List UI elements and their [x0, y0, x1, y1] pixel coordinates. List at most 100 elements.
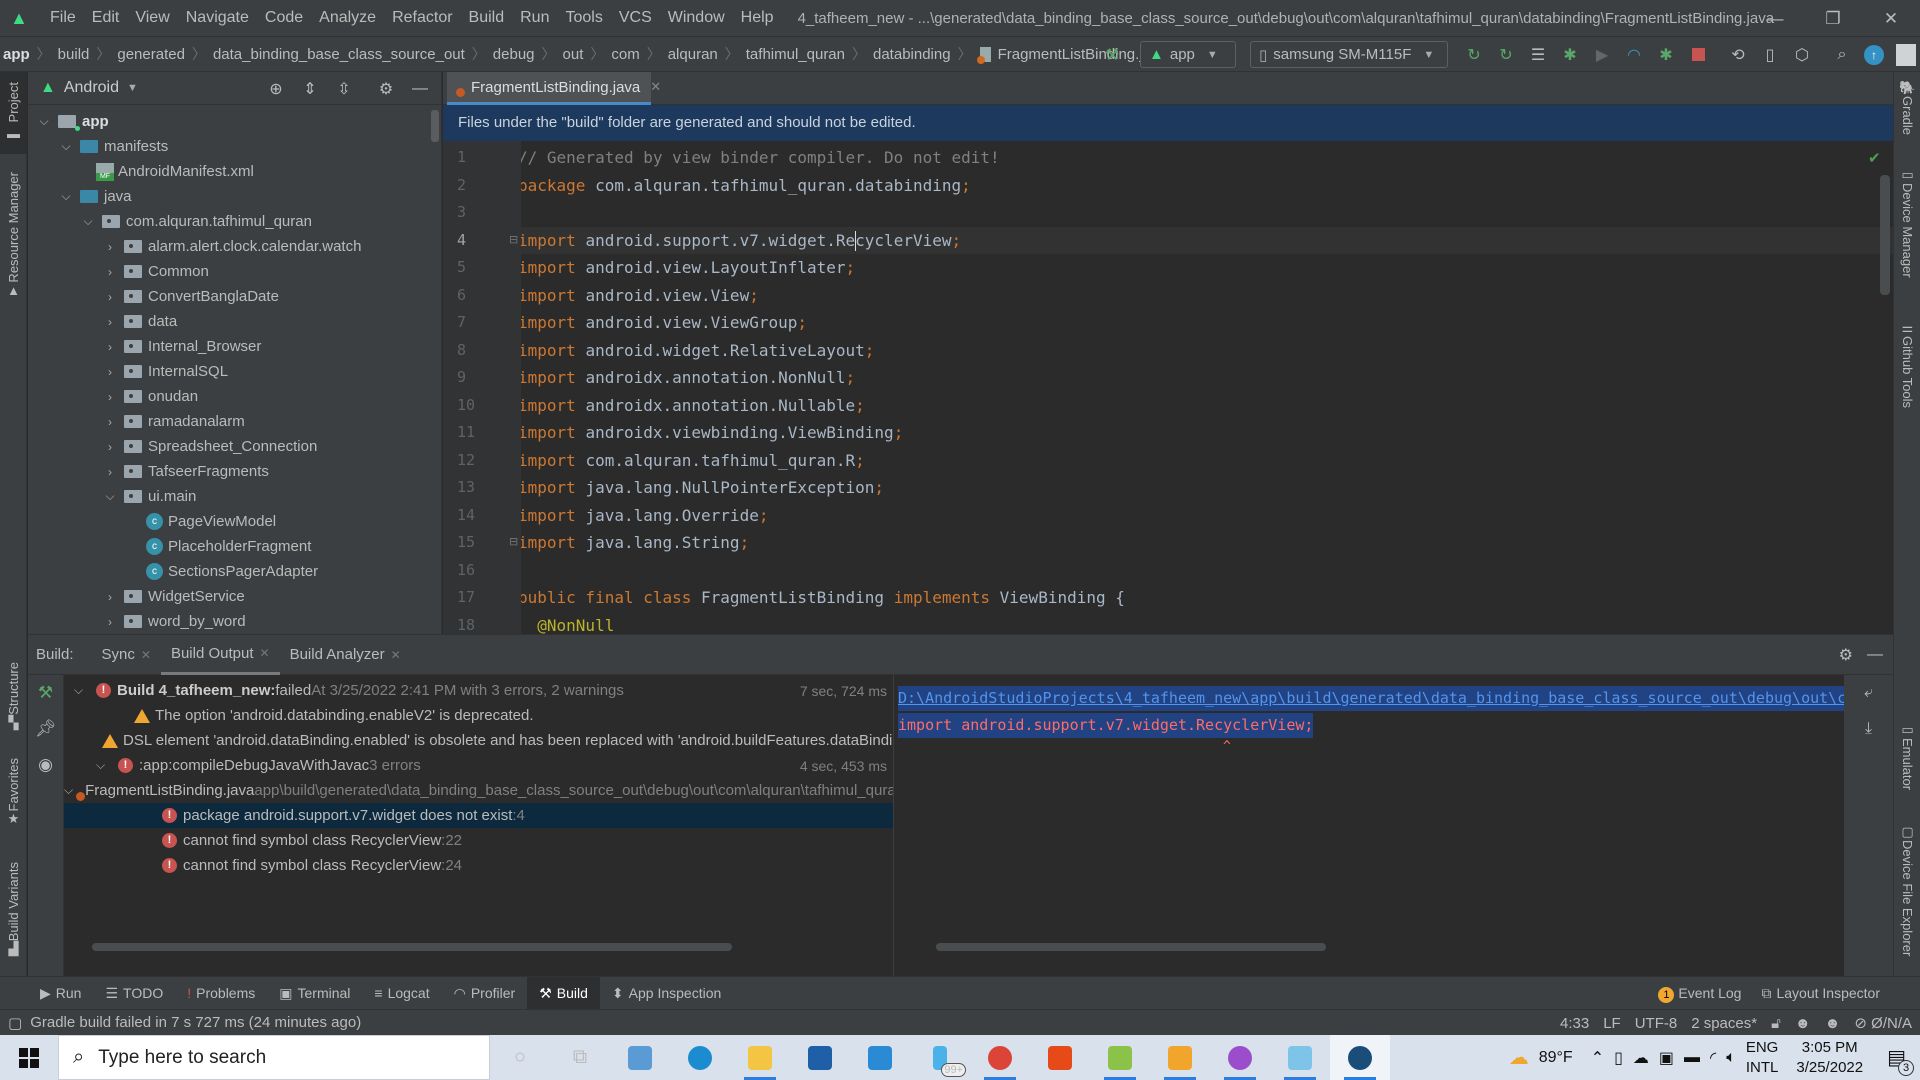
chevron-down-icon[interactable]: ⌵: [58, 139, 74, 154]
fold-marker-icon[interactable]: ⊟: [509, 233, 518, 246]
input-language[interactable]: ENG INTL: [1746, 1038, 1779, 1078]
this-pc-icon[interactable]: [610, 1035, 670, 1080]
inspection-profile-icon[interactable]: ☻: [1795, 1015, 1811, 1032]
structure-tool-tab[interactable]: Structure ▚: [0, 662, 27, 742]
tree-item[interactable]: ⌵ app: [36, 109, 109, 134]
expand-all-icon[interactable]: ⇕: [295, 79, 325, 99]
build-output-row[interactable]: The option 'android.databinding.enableV2…: [64, 703, 893, 728]
menu-refactor[interactable]: Refactor: [384, 9, 460, 27]
show-hidden-icons[interactable]: ⌃: [1591, 1048, 1604, 1068]
menu-code[interactable]: Code: [257, 9, 311, 27]
chevron-down-icon[interactable]: ⌵: [102, 489, 118, 504]
tool-tab-logcat[interactable]: ≡ Logcat: [362, 977, 441, 1010]
tree-item[interactable]: ⌵ com.alquran.tafhimul_quran: [80, 209, 312, 234]
build-tab-sync[interactable]: Sync ✕: [92, 635, 161, 675]
project-view-select[interactable]: Android: [64, 79, 119, 97]
apply-code-changes-icon[interactable]: ↻: [1490, 37, 1522, 72]
phone-app-icon[interactable]: 99+: [910, 1035, 970, 1080]
hammer-icon[interactable]: ⚒: [28, 675, 63, 711]
build-tree-hscrollbar[interactable]: [64, 937, 893, 977]
status-message[interactable]: Gradle build failed in 7 s 727 ms (24 mi…: [30, 1014, 361, 1031]
caret-position[interactable]: 4:33: [1560, 1015, 1589, 1032]
tool-tab-terminal[interactable]: ▣ Terminal: [267, 977, 362, 1010]
breadcrumb-item[interactable]: build: [55, 46, 93, 63]
menu-build[interactable]: Build: [461, 9, 513, 27]
menu-run[interactable]: Run: [512, 9, 557, 27]
device-manager-tool-tab[interactable]: ▭ Device Manager: [1894, 167, 1920, 278]
minimize-button[interactable]: —: [1746, 0, 1804, 37]
chevron-down-icon[interactable]: ⌵: [74, 683, 90, 698]
build-output-row[interactable]: ! cannot find symbol class RecyclerView :…: [64, 828, 893, 853]
menu-help[interactable]: Help: [733, 9, 782, 27]
paint-tool-icon[interactable]: [1150, 1035, 1210, 1080]
menu-tools[interactable]: Tools: [557, 9, 610, 27]
feedback-icon[interactable]: ☻: [1825, 1015, 1841, 1032]
build-output-row[interactable]: ! package android.support.v7.widget does …: [64, 803, 893, 828]
chevron-right-icon[interactable]: ›: [102, 315, 118, 329]
battery-icon[interactable]: ▬: [1684, 1049, 1700, 1067]
tree-item[interactable]: AndroidManifest.xml: [80, 159, 254, 184]
menu-vcs[interactable]: VCS: [611, 9, 660, 27]
build-variants-tool-tab[interactable]: Build Variants ▟: [0, 862, 27, 972]
gradle-sync-icon[interactable]: ⟲: [1722, 37, 1754, 72]
store-icon[interactable]: [790, 1035, 850, 1080]
notification-center-icon[interactable]: ▤ 3: [1887, 1045, 1914, 1076]
restore-button[interactable]: ❐: [1804, 0, 1862, 37]
breadcrumb-item[interactable]: generated: [114, 46, 188, 63]
hammer-icon[interactable]: ⚒: [1096, 37, 1128, 72]
tool-tab-app-inspection[interactable]: ⬍ App Inspection: [600, 977, 733, 1010]
tree-item[interactable]: › ramadanalarm: [102, 409, 245, 434]
tray-icon-1[interactable]: ▯: [1614, 1048, 1623, 1068]
hide-panel-icon[interactable]: —: [405, 80, 435, 98]
sdk-manager-icon[interactable]: ⬡: [1786, 37, 1818, 72]
taskbar-search[interactable]: ⌕ Type here to search: [58, 1035, 490, 1080]
chevron-right-icon[interactable]: ›: [102, 615, 118, 629]
collapse-all-icon[interactable]: ⇳: [329, 79, 359, 99]
tree-item[interactable]: › WidgetService: [102, 584, 245, 609]
event-log-button[interactable]: 1 Event Log: [1658, 985, 1741, 1003]
device-file-explorer-tool-tab[interactable]: ▢ Device File Explorer: [1894, 824, 1920, 956]
select-opened-file-icon[interactable]: ⊕: [261, 79, 291, 99]
gear-icon[interactable]: ⚙: [1839, 645, 1853, 665]
chevron-right-icon[interactable]: ›: [102, 365, 118, 379]
emulator-tool-tab[interactable]: ▭ Emulator: [1894, 722, 1920, 790]
menu-window[interactable]: Window: [660, 9, 733, 27]
device-select[interactable]: ▯ samsung SM-M115F ▼: [1250, 41, 1448, 68]
tool-tab-problems[interactable]: ! Problems: [175, 977, 267, 1010]
file-encoding[interactable]: UTF-8: [1635, 1015, 1678, 1032]
tree-item[interactable]: ⌵ ui.main: [102, 484, 196, 509]
build-output-row[interactable]: DSL element 'android.dataBinding.enabled…: [64, 728, 893, 753]
indent-setting[interactable]: 2 spaces*: [1691, 1015, 1757, 1032]
hide-panel-icon[interactable]: —: [1867, 646, 1883, 664]
tree-item[interactable]: c PageViewModel: [130, 509, 276, 534]
lock-icon[interactable]: 🔓︎: [1771, 1015, 1781, 1032]
menu-navigate[interactable]: Navigate: [178, 9, 257, 27]
close-tab-icon[interactable]: ✕: [260, 646, 270, 660]
wifi-icon[interactable]: ◜: [1710, 1048, 1716, 1068]
account-icon[interactable]: [1890, 37, 1920, 72]
tray-icon-3[interactable]: ▣: [1659, 1048, 1674, 1068]
menu-edit[interactable]: Edit: [84, 9, 128, 27]
breadcrumb-item[interactable]: com: [608, 46, 642, 63]
weather-icon[interactable]: ☁: [1509, 1045, 1529, 1070]
chevron-right-icon[interactable]: ›: [102, 415, 118, 429]
tree-item[interactable]: › Spreadsheet_Connection: [102, 434, 317, 459]
chevron-right-icon[interactable]: ›: [102, 465, 118, 479]
vcs-status[interactable]: ⊘ Ø/N/A: [1854, 1014, 1912, 1032]
notepad-plus-icon[interactable]: [1090, 1035, 1150, 1080]
mail-icon[interactable]: [850, 1035, 910, 1080]
gradle-tool-tab[interactable]: 🐘 Gradle: [1894, 80, 1920, 135]
breadcrumb-item[interactable]: alquran: [665, 46, 721, 63]
editor-tab-fragmentlistbinding[interactable]: FragmentListBinding.java ✕: [447, 72, 661, 105]
toggle-tool-windows-icon[interactable]: ▢: [8, 1014, 22, 1032]
attach-debugger-icon[interactable]: ✱: [1650, 37, 1682, 72]
menu-view[interactable]: View: [127, 9, 177, 27]
pin-icon[interactable]: 📌︎: [28, 711, 63, 747]
chevron-right-icon[interactable]: ›: [102, 590, 118, 604]
tree-item[interactable]: ⌵ manifests: [58, 134, 168, 159]
stop-icon[interactable]: [1682, 37, 1714, 72]
chevron-right-icon[interactable]: ›: [102, 240, 118, 254]
breadcrumb-item[interactable]: tafhimul_quran: [743, 46, 848, 63]
android-studio-taskbar-icon[interactable]: [1330, 1035, 1390, 1080]
tree-item[interactable]: › ConvertBanglaDate: [102, 284, 279, 309]
